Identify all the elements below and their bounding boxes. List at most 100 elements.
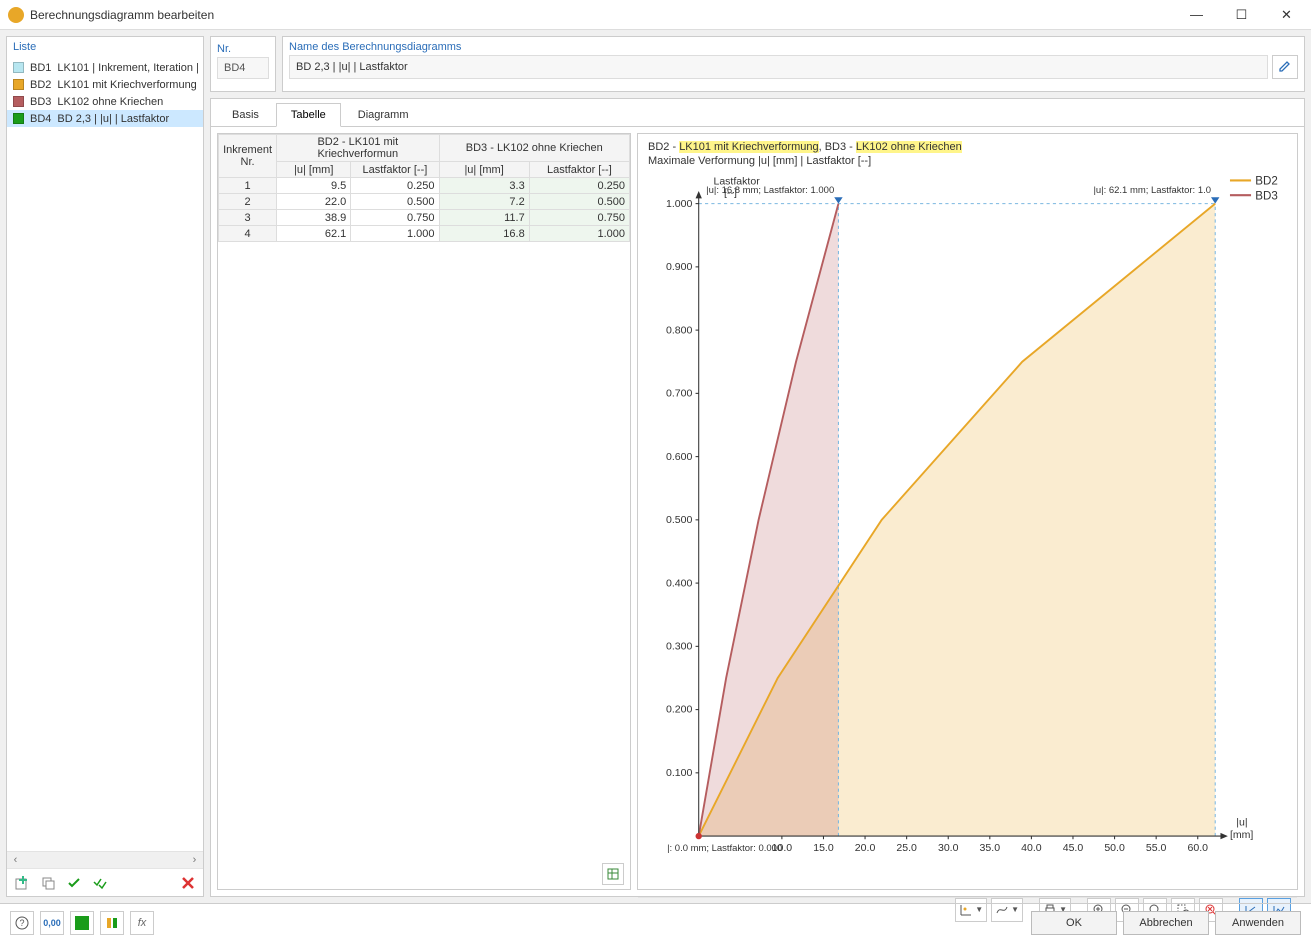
window-title: Berechnungsdiagramm bearbeiten (30, 8, 1174, 22)
color-swatch-button[interactable] (70, 911, 94, 935)
edit-name-button[interactable] (1272, 55, 1298, 79)
delete-button[interactable] (177, 872, 199, 894)
list-item[interactable]: BD3LK102 ohne Kriechen (7, 93, 203, 110)
table-row[interactable]: 338.90.75011.70.750 (219, 210, 630, 226)
check-button[interactable] (63, 872, 85, 894)
svg-text:0.300: 0.300 (666, 641, 692, 653)
nr-label: Nr. (217, 41, 269, 57)
chart-subtitle: Maximale Verformung |u| [mm] | Lastfakto… (648, 155, 871, 167)
svg-text:?: ? (19, 918, 24, 928)
nr-value: BD4 (217, 57, 269, 79)
col-increment[interactable]: Inkrement Nr. (219, 135, 277, 178)
data-table[interactable]: Inkrement Nr. BD2 - LK101 mit Kriechverf… (218, 134, 630, 242)
titlebar: Berechnungsdiagramm bearbeiten — ☐ ✕ (0, 0, 1311, 30)
svg-text:40.0: 40.0 (1021, 842, 1042, 854)
svg-text:Lastfaktor: Lastfaktor (713, 176, 760, 188)
table-row[interactable]: 462.11.00016.81.000 (219, 226, 630, 242)
scroll-left-icon[interactable]: ‹ (7, 852, 24, 869)
list-item-label: BD 2,3 | |u| | Lastfaktor (57, 113, 169, 125)
copy-item-button[interactable] (37, 872, 59, 894)
table-column: Inkrement Nr. BD2 - LK101 mit Kriechverf… (217, 133, 631, 890)
main-panel: Basis Tabelle Diagramm Inkrement Nr. BD2… (210, 98, 1305, 897)
close-button[interactable]: ✕ (1264, 1, 1309, 29)
list-item[interactable]: BD4 BD 2,3 | |u| | Lastfaktor (7, 110, 203, 127)
svg-text:35.0: 35.0 (980, 842, 1001, 854)
name-input[interactable]: BD 2,3 | |u| | Lastfaktor (289, 55, 1268, 79)
table-row[interactable]: 19.50.2503.30.250 (219, 178, 630, 194)
col-lf-bd3[interactable]: Lastfaktor [--] (529, 162, 629, 178)
col-u-bd3[interactable]: |u| [mm] (439, 162, 529, 178)
svg-text:|u|: |u| (1236, 817, 1247, 829)
new-item-button[interactable] (11, 872, 33, 894)
tab-basis[interactable]: Basis (217, 103, 274, 126)
svg-text:20.0: 20.0 (855, 842, 876, 854)
function-button[interactable]: fx (130, 911, 154, 935)
check-all-button[interactable] (89, 872, 111, 894)
list-item[interactable]: BD2 LK101 mit Kriechverformung (7, 76, 203, 93)
app-icon (8, 7, 24, 23)
tab-diagramm[interactable]: Diagramm (343, 103, 424, 126)
list-panel: Liste BD1LK101 | Inkrement, Iteration |B… (6, 36, 204, 897)
svg-text:[--]: [--] (724, 187, 737, 199)
svg-text:45.0: 45.0 (1063, 842, 1084, 854)
svg-text:0.200: 0.200 (666, 704, 692, 716)
content-area: Liste BD1LK101 | Inkrement, Iteration |B… (0, 30, 1311, 903)
chart-area[interactable]: 0.1000.2000.3000.4000.5000.6000.7000.800… (646, 172, 1289, 889)
list-toolbar (7, 868, 203, 896)
name-box: Name des Berechnungsdiagramms BD 2,3 | |… (282, 36, 1305, 92)
help-button[interactable]: ? (10, 911, 34, 935)
name-label: Name des Berechnungsdiagramms (289, 39, 1298, 55)
color-swatch-icon (13, 79, 24, 90)
apply-button[interactable]: Anwenden (1215, 911, 1301, 935)
list-item-label: LK101 mit Kriechverformung (57, 79, 196, 91)
col-group-bd3[interactable]: BD3 - LK102 ohne Kriechen (439, 135, 629, 162)
ok-button[interactable]: OK (1031, 911, 1117, 935)
tab-tabelle[interactable]: Tabelle (276, 103, 341, 127)
col-u-bd2[interactable]: |u| [mm] (277, 162, 351, 178)
svg-text:|u|: 62.1 mm; Lastfaktor: 1.0: |u|: 62.1 mm; Lastfaktor: 1.0 (1093, 185, 1211, 196)
filter-button[interactable] (100, 911, 124, 935)
svg-text:25.0: 25.0 (896, 842, 917, 854)
right-pane: Nr. BD4 Name des Berechnungsdiagramms BD… (210, 36, 1305, 897)
list-header: Liste (7, 37, 203, 57)
list-scrollbar[interactable]: ‹ › (7, 851, 203, 868)
svg-text:50.0: 50.0 (1104, 842, 1125, 854)
svg-text:60.0: 60.0 (1187, 842, 1208, 854)
color-swatch-icon (13, 113, 24, 124)
nr-box: Nr. BD4 (210, 36, 276, 92)
list-item-id: BD4 (30, 113, 51, 125)
cancel-button[interactable]: Abbrechen (1123, 911, 1209, 935)
col-lf-bd2[interactable]: Lastfaktor [--] (351, 162, 439, 178)
chart-svg[interactable]: 0.1000.2000.3000.4000.5000.6000.7000.800… (646, 172, 1289, 889)
green-square-icon (75, 916, 89, 930)
list-item[interactable]: BD1 LK101 | Inkrement, Iteration | (7, 59, 203, 76)
svg-text:0.600: 0.600 (666, 451, 692, 463)
scroll-right-icon[interactable]: › (186, 852, 203, 869)
minimize-button[interactable]: — (1174, 1, 1219, 29)
svg-text:15.0: 15.0 (813, 842, 834, 854)
tabs: Basis Tabelle Diagramm (211, 99, 1304, 127)
list-item-label: LK101 | Inkrement, Iteration | (57, 62, 198, 74)
color-swatch-icon (13, 96, 24, 107)
svg-text:0.100: 0.100 (666, 767, 692, 779)
col-group-bd2[interactable]: BD2 - LK101 mit Kriechverformun (277, 135, 439, 162)
chart-title: BD2 - LK101 mit Kriechverformung, BD3 - … (638, 134, 1297, 168)
svg-text:0.700: 0.700 (666, 388, 692, 400)
list-body[interactable]: BD1 LK101 | Inkrement, Iteration | BD2 LK10… (7, 57, 203, 851)
maximize-button[interactable]: ☐ (1219, 1, 1264, 29)
svg-text:0.500: 0.500 (666, 514, 692, 526)
svg-text:30.0: 30.0 (938, 842, 959, 854)
list-item-id: BD2 (30, 79, 51, 91)
svg-text:0.900: 0.900 (666, 261, 692, 273)
units-button[interactable]: 0,00 (40, 911, 64, 935)
svg-text:BD2: BD2 (1255, 176, 1278, 188)
tab-body: Inkrement Nr. BD2 - LK101 mit Kriechverf… (211, 127, 1304, 896)
list-item-id: BD1 (30, 62, 51, 74)
export-table-button[interactable] (602, 863, 624, 885)
svg-text:BD3: BD3 (1255, 190, 1278, 202)
svg-text:|: 0.0 mm; Lastfaktor: 0.000: |: 0.0 mm; Lastfaktor: 0.000 (667, 843, 782, 854)
color-swatch-icon (13, 62, 24, 73)
table-row[interactable]: 222.00.5007.20.500 (219, 194, 630, 210)
svg-text:1.000: 1.000 (666, 198, 692, 210)
footer: ? 0,00 fx OK Abbrechen Anwenden (0, 903, 1311, 941)
